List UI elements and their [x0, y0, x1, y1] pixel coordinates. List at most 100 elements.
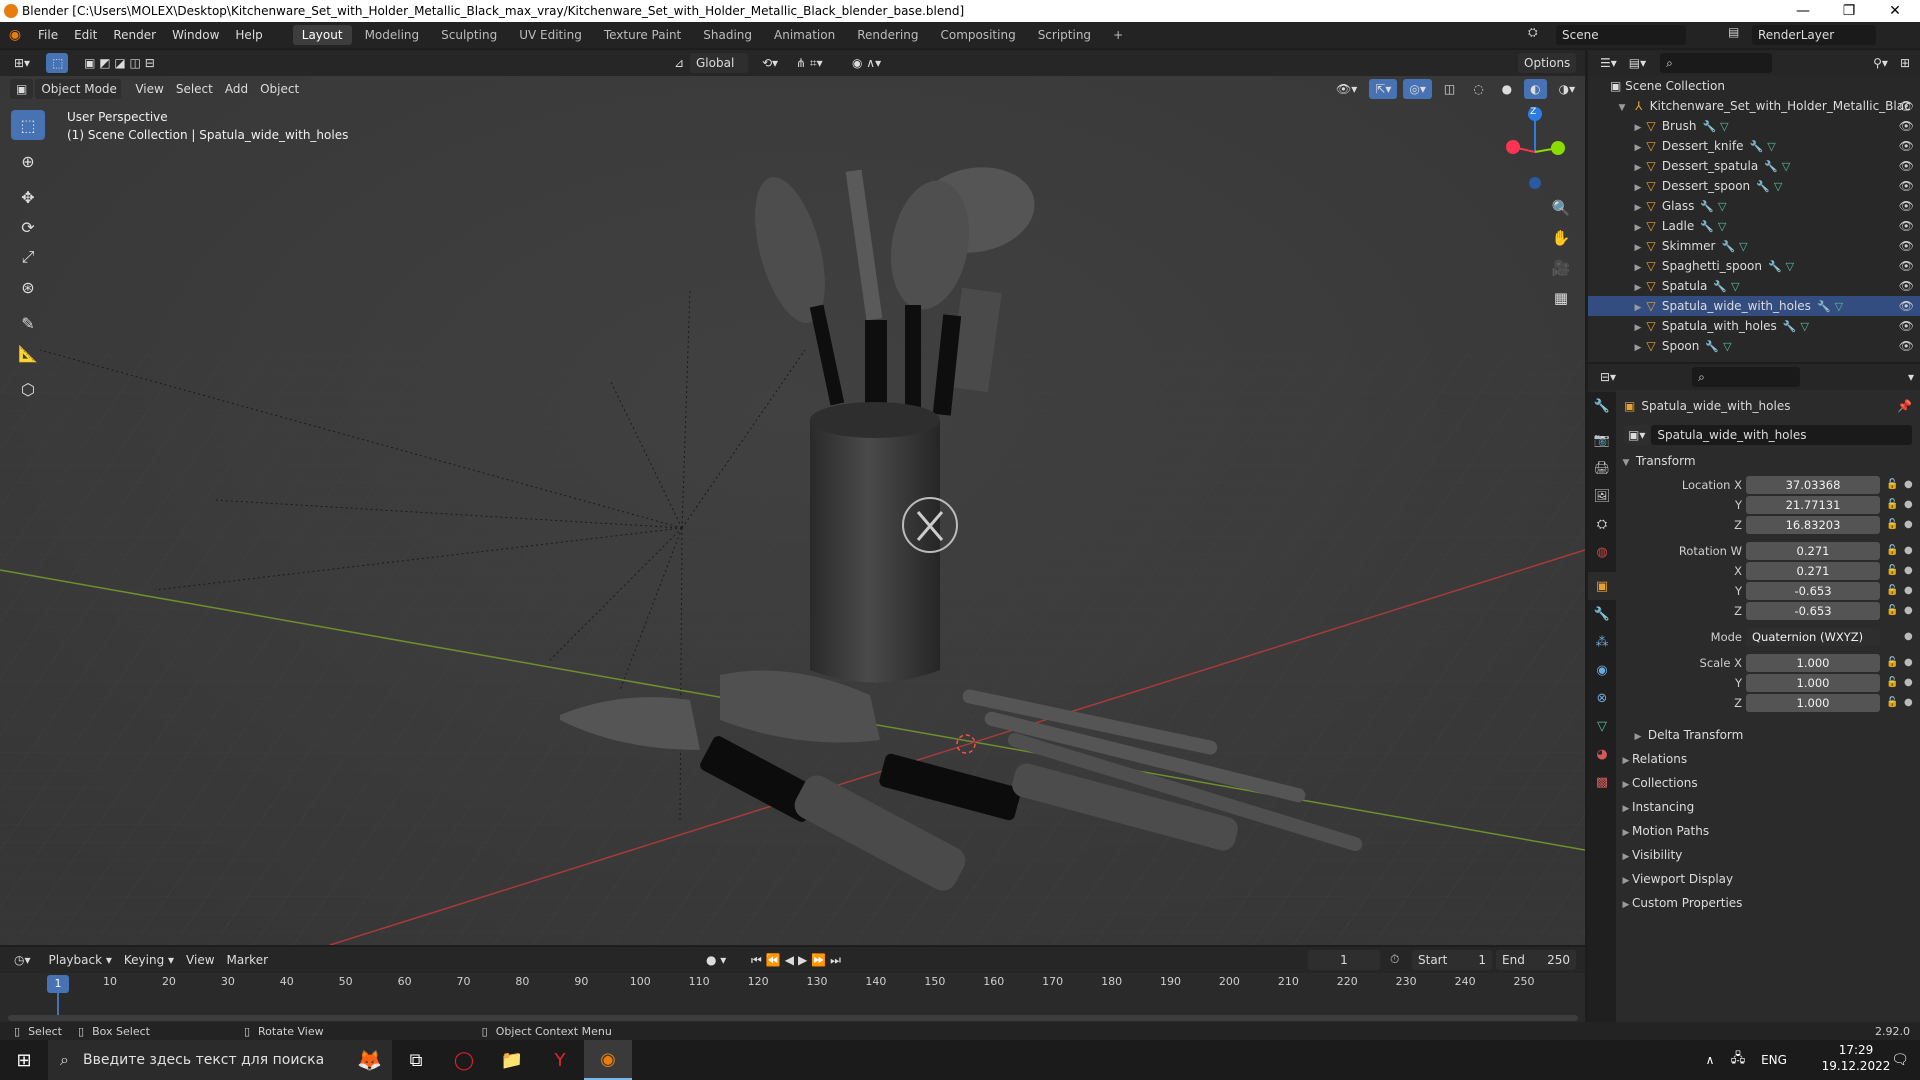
- scale-x-field[interactable]: 1.000: [1746, 654, 1880, 672]
- lock-icon[interactable]: 🔓: [1886, 602, 1898, 620]
- lock-icon[interactable]: 🔓: [1886, 516, 1898, 534]
- outliner-item[interactable]: ▶ ▽ Dessert_knife 🔧 ▽ 👁: [1588, 136, 1920, 156]
- mesh-data-icon[interactable]: ▽: [1782, 160, 1790, 173]
- rotation-w-field[interactable]: 0.271: [1746, 542, 1880, 560]
- mesh-data-icon[interactable]: ▽: [1739, 240, 1747, 253]
- keyframe-dot-icon[interactable]: ●: [1904, 516, 1913, 534]
- tray-chevron-icon[interactable]: ∧: [1696, 1040, 1724, 1080]
- blender-menu-icon[interactable]: ◉: [0, 27, 30, 43]
- lock-icon[interactable]: 🔓: [1886, 582, 1898, 600]
- transform-panel-header[interactable]: ▼ Transform: [1616, 450, 1912, 472]
- visibility-icon[interactable]: 👁▾: [1330, 79, 1363, 99]
- menu-timeline-view[interactable]: View: [180, 950, 220, 970]
- eye-icon[interactable]: 👁: [1899, 176, 1914, 196]
- zoom-icon[interactable]: 🔍: [1548, 195, 1574, 221]
- object-tab-icon[interactable]: ▣: [1588, 572, 1616, 600]
- location-z-field[interactable]: 16.83203: [1746, 516, 1880, 534]
- mesh-data-icon[interactable]: ▽: [1718, 200, 1726, 213]
- pin-icon[interactable]: 📌: [1897, 399, 1912, 413]
- mesh-data-tab-icon[interactable]: ▽: [1588, 712, 1616, 740]
- keyframe-dot-icon[interactable]: ●: [1904, 602, 1913, 620]
- outliner-display-mode-icon[interactable]: ▤▾: [1623, 53, 1652, 73]
- outliner-item[interactable]: ▶ ▽ Brush 🔧 ▽ 👁: [1588, 116, 1920, 136]
- menu-help[interactable]: Help: [227, 22, 270, 48]
- eye-icon[interactable]: 👁: [1899, 316, 1914, 336]
- start-frame-field[interactable]: Start 1: [1412, 950, 1492, 970]
- expand-triangle-icon[interactable]: ▶: [1632, 218, 1644, 238]
- eye-icon[interactable]: 👁: [1899, 256, 1914, 276]
- modifier-icon[interactable]: 🔧: [1756, 180, 1770, 193]
- modifier-icon[interactable]: 🔧: [1817, 300, 1831, 313]
- maximize-button[interactable]: ❐: [1826, 0, 1872, 22]
- menu-select[interactable]: Select: [170, 79, 219, 99]
- opera-icon[interactable]: ◯: [440, 1040, 488, 1080]
- tab-animation[interactable]: Animation: [765, 25, 844, 45]
- eye-icon[interactable]: 👁: [1899, 296, 1914, 316]
- modifier-icon[interactable]: 🔧: [1721, 240, 1735, 253]
- mesh-data-icon[interactable]: ▽: [1720, 120, 1728, 133]
- outliner-item[interactable]: ▶ ▽ Spatula_wide_with_holes 🔧 ▽ 👁: [1588, 296, 1920, 316]
- modifier-icon[interactable]: 🔧: [1700, 200, 1714, 213]
- outliner-item[interactable]: ▶ ▽ Spaghetti_spoon 🔧 ▽ 👁: [1588, 256, 1920, 276]
- mesh-data-icon[interactable]: ▽: [1731, 280, 1739, 293]
- end-frame-field[interactable]: End 250: [1496, 950, 1576, 970]
- new-collection-icon[interactable]: ⊞: [1894, 53, 1916, 73]
- constraints-tab-icon[interactable]: ⊗: [1588, 684, 1616, 712]
- selection-mode-icons[interactable]: ▣ ◩ ◪ ◫ ⊟: [78, 53, 161, 73]
- panel-header-relations[interactable]: ▶ Relations: [1616, 748, 1912, 770]
- outliner-item[interactable]: ▶ ▽ Spatula_with_holes 🔧 ▽ 👁: [1588, 316, 1920, 336]
- material-tab-icon[interactable]: ◕: [1588, 740, 1616, 768]
- pivot-icon[interactable]: ⟲▾: [756, 53, 784, 73]
- windows-start-icon[interactable]: ⊞: [0, 1040, 48, 1080]
- tab-texture-paint[interactable]: Texture Paint: [595, 25, 690, 45]
- cursor-tool-icon[interactable]: ⊕: [11, 146, 45, 176]
- tab-shading[interactable]: Shading: [694, 25, 761, 45]
- shading-material-icon[interactable]: ◐: [1524, 79, 1547, 99]
- select-tool-icon[interactable]: ⬚: [46, 53, 69, 73]
- render-layer-field[interactable]: RenderLayer: [1752, 25, 1876, 45]
- tab-compositing[interactable]: Compositing: [931, 25, 1024, 45]
- proportional-edit-icon[interactable]: ◉ ∧▾: [846, 53, 887, 73]
- mesh-data-icon[interactable]: ▽: [1774, 180, 1782, 193]
- expand-triangle-icon[interactable]: ▼: [1616, 98, 1628, 118]
- panel-header-collections[interactable]: ▶ Collections: [1616, 772, 1912, 794]
- input-language[interactable]: ENG: [1752, 1040, 1796, 1080]
- xray-icon[interactable]: ◫: [1438, 79, 1461, 99]
- orientation-dropdown[interactable]: Global: [690, 53, 748, 73]
- output-tab-icon[interactable]: 🖨: [1588, 454, 1616, 482]
- outliner-item[interactable]: ▶ ▽ Spatula 🔧 ▽ 👁: [1588, 276, 1920, 296]
- add-workspace-button[interactable]: +: [1104, 25, 1132, 45]
- outliner-search-input[interactable]: ⌕: [1660, 53, 1773, 73]
- menu-add[interactable]: Add: [219, 79, 254, 99]
- yandex-browser-icon[interactable]: Y: [536, 1040, 584, 1080]
- notifications-icon[interactable]: 🗨: [1880, 1040, 1920, 1080]
- tab-rendering[interactable]: Rendering: [848, 25, 927, 45]
- playback-controls[interactable]: ⏮⏪◀▶⏩⏭: [745, 950, 851, 970]
- auto-keying-icon[interactable]: ● ▾: [700, 950, 732, 970]
- timeline-track-area[interactable]: 10 20 30 40 50 60 70 80 90 100 110 120 130 140 150 160 1…: [0, 973, 1585, 1027]
- rotation-y-field[interactable]: -0.653: [1746, 582, 1880, 600]
- scene-field[interactable]: Scene: [1556, 25, 1686, 45]
- delta-transform-header[interactable]: ▶ Delta Transform: [1616, 724, 1912, 746]
- gizmo-toggle-icon[interactable]: ⇱▾: [1369, 79, 1398, 99]
- menu-edit[interactable]: Edit: [66, 22, 105, 48]
- rotation-x-field[interactable]: 0.271: [1746, 562, 1880, 580]
- mesh-data-icon[interactable]: ▽: [1767, 140, 1775, 153]
- keyframe-dot-icon[interactable]: ●: [1904, 674, 1913, 692]
- properties-search-input[interactable]: ⌕: [1692, 367, 1801, 387]
- object-name-field[interactable]: Spatula_wide_with_holes: [1651, 425, 1912, 445]
- rotate-tool-icon[interactable]: ⟳: [11, 212, 45, 242]
- overlay-toggle-icon[interactable]: ◎▾: [1403, 79, 1432, 99]
- keyframe-dot-icon[interactable]: ●: [1904, 496, 1913, 514]
- modifier-icon[interactable]: 🔧: [1713, 280, 1727, 293]
- rotation-mode-dropdown[interactable]: Quaternion (WXYZ): [1746, 628, 1880, 646]
- network-icon[interactable]: 🖧: [1724, 1040, 1752, 1080]
- menu-object[interactable]: Object: [254, 79, 305, 99]
- tab-sculpting[interactable]: Sculpting: [432, 25, 506, 45]
- expand-triangle-icon[interactable]: ▶: [1632, 258, 1644, 278]
- tool-tab-icon[interactable]: 🔧: [1588, 392, 1616, 420]
- modifier-icon[interactable]: 🔧: [1700, 220, 1714, 233]
- texture-tab-icon[interactable]: ▩: [1588, 768, 1616, 796]
- task-view-icon[interactable]: ⧉: [392, 1040, 440, 1080]
- add-cube-tool-icon[interactable]: ⬡: [11, 374, 45, 404]
